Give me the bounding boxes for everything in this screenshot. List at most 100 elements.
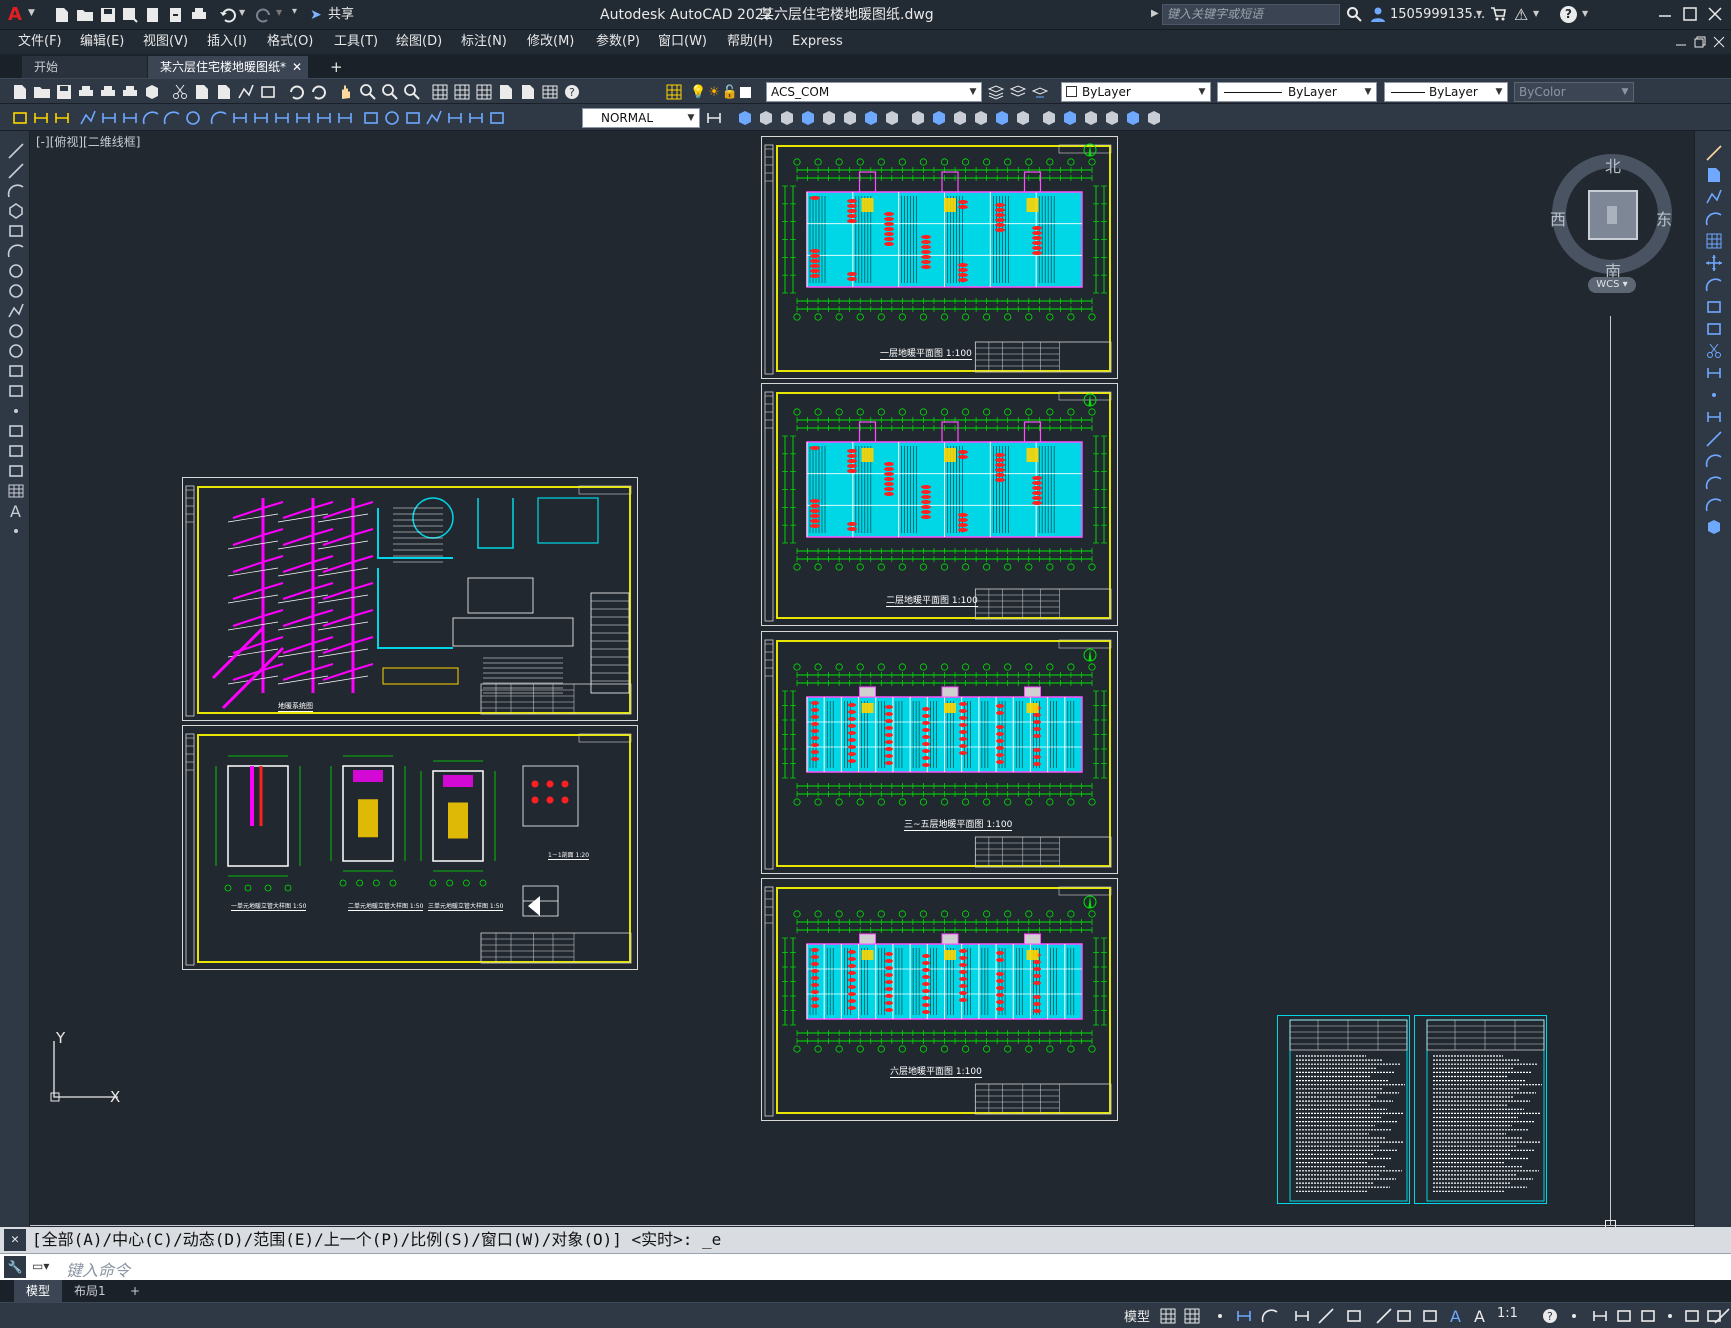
blend-icon[interactable] <box>1704 495 1724 515</box>
command-close-icon[interactable]: ✕ <box>4 1229 26 1251</box>
menu-format[interactable]: 格式(O) <box>265 30 315 54</box>
quick-properties-icon[interactable] <box>1614 1306 1634 1326</box>
stretch-icon[interactable] <box>1704 319 1724 339</box>
open-icon[interactable] <box>32 82 52 102</box>
selection-cycling-icon[interactable] <box>1420 1306 1440 1326</box>
dim-tool-20-icon[interactable] <box>424 108 444 128</box>
view-tool-4-icon[interactable] <box>798 108 818 128</box>
dim-tool-11-icon[interactable] <box>230 108 250 128</box>
search-input[interactable]: 键入关键字或短语 <box>1162 4 1340 25</box>
sheet-set-icon[interactable] <box>496 82 516 102</box>
multiline-text-icon[interactable]: A <box>6 501 26 521</box>
view-tool-9-icon[interactable] <box>908 108 928 128</box>
menu-window[interactable]: 窗口(W) <box>656 30 709 54</box>
plot-icon[interactable] <box>189 5 209 25</box>
viewcube[interactable]: 北 南 东 西 <box>1550 151 1675 281</box>
snap-icon[interactable] <box>1182 1306 1202 1326</box>
trim-icon[interactable] <box>1704 341 1724 361</box>
units-icon[interactable] <box>1590 1306 1610 1326</box>
layer-manager-icon[interactable] <box>664 82 684 102</box>
doc-close-icon[interactable] <box>1713 36 1725 48</box>
tool-palettes-icon[interactable] <box>474 82 494 102</box>
sheet-riser-details[interactable]: 一单元地暖立管大样图 1:50 二单元地暖立管大样图 1:50 三单元地暖立管大样图… <box>182 725 638 970</box>
plot-icon[interactable] <box>76 82 96 102</box>
dim-tool-18-icon[interactable] <box>382 108 402 128</box>
model-space-button[interactable]: 模型 <box>1124 1306 1150 1325</box>
copy-icon[interactable] <box>192 82 212 102</box>
join-icon[interactable] <box>1704 429 1724 449</box>
open-web-icon[interactable] <box>143 5 163 25</box>
arc-icon[interactable] <box>6 241 26 261</box>
ellipse-arc-icon[interactable] <box>6 341 26 361</box>
new-file-icon[interactable] <box>52 5 72 25</box>
share-icon[interactable]: ➤ <box>310 7 322 23</box>
dim-tool-3-icon[interactable] <box>52 108 72 128</box>
customize-qat-icon[interactable]: ▾ <box>292 6 297 17</box>
insert-block-icon[interactable] <box>6 361 26 381</box>
dim-tool-12-icon[interactable] <box>251 108 271 128</box>
chamfer-icon[interactable] <box>1704 451 1724 471</box>
app-menu-dropdown-icon[interactable]: ▼ <box>28 8 35 18</box>
annotation-monitor-icon[interactable] <box>1564 1306 1584 1326</box>
polygon-icon[interactable] <box>6 201 26 221</box>
make-block-icon[interactable] <box>6 381 26 401</box>
transparency-icon[interactable] <box>1394 1306 1414 1326</box>
view-tool-17-icon[interactable] <box>1081 108 1101 128</box>
doc-restore-icon[interactable] <box>1694 36 1706 48</box>
zoom-realtime-icon[interactable] <box>358 82 378 102</box>
menu-express[interactable]: Express <box>790 30 845 54</box>
erase-icon[interactable] <box>1704 143 1724 163</box>
cart-icon[interactable] <box>1490 6 1506 22</box>
viewport-label[interactable]: [-][俯视][二维线框] <box>36 133 140 150</box>
table-icon[interactable] <box>6 481 26 501</box>
layer-properties-icon[interactable] <box>986 82 1006 102</box>
view-tool-20-icon[interactable] <box>1144 108 1164 128</box>
view-tool-3-icon[interactable] <box>777 108 797 128</box>
drawing-canvas[interactable]: [-][俯视][二维线框] 北 南 东 西 WCS ▾ Y X 一层地暖平面图 … <box>30 131 1694 1227</box>
linetype-combo[interactable]: ByLayer ▼ <box>1217 82 1377 102</box>
add-selected-icon[interactable] <box>6 521 26 541</box>
rectangle-icon[interactable] <box>6 221 26 241</box>
dim-tool-10-icon[interactable] <box>209 108 229 128</box>
grid-icon[interactable] <box>1158 1306 1178 1326</box>
block-editor-icon[interactable] <box>258 82 278 102</box>
menu-help[interactable]: 帮助(H) <box>725 30 775 54</box>
zoom-window-icon[interactable] <box>380 82 400 102</box>
search-icon[interactable] <box>1346 6 1362 22</box>
mirror-icon[interactable] <box>1704 187 1724 207</box>
layer-state-icon[interactable]: 💡 ☀ 🔓 <box>690 82 756 102</box>
region-icon[interactable] <box>6 461 26 481</box>
user-dropdown-icon[interactable]: ▼ <box>1476 9 1482 18</box>
plotstyle-combo[interactable]: ByColor ▼ <box>1514 82 1634 102</box>
explode-icon[interactable] <box>1704 517 1724 537</box>
menu-dimension[interactable]: 标注(N) <box>459 30 509 54</box>
isometric-icon[interactable] <box>1292 1306 1312 1326</box>
dim-tool-8-icon[interactable] <box>162 108 182 128</box>
menu-view[interactable]: 视图(V) <box>141 30 190 54</box>
dim-tool-17-icon[interactable] <box>361 108 381 128</box>
app-dropdown-icon[interactable]: ▼ <box>1533 9 1539 18</box>
dim-tool-9-icon[interactable] <box>183 108 203 128</box>
dim-tool-6-icon[interactable] <box>120 108 140 128</box>
doc-minimize-icon[interactable] <box>1675 36 1687 48</box>
text-style-combo[interactable]: NORMAL ▼ <box>582 108 700 128</box>
maximize-icon[interactable] <box>1680 4 1700 24</box>
markup-icon[interactable] <box>518 82 538 102</box>
lineweight-icon[interactable] <box>1374 1306 1394 1326</box>
line-icon[interactable] <box>6 141 26 161</box>
compass-east-label[interactable]: 东 <box>1656 206 1672 230</box>
question-icon[interactable]: ? <box>1560 6 1577 23</box>
ortho-icon[interactable] <box>1234 1306 1254 1326</box>
sheet-design-notes-1[interactable] <box>1277 1015 1410 1204</box>
circle-icon[interactable] <box>6 261 26 281</box>
share-button[interactable]: 共享 <box>328 0 354 30</box>
dim-tool-19-icon[interactable] <box>403 108 423 128</box>
extend-icon[interactable] <box>1704 363 1724 383</box>
autodesk-app-icon[interactable]: ⚠ <box>1514 5 1528 24</box>
undo-dropdown-icon[interactable]: ▼ <box>239 8 245 17</box>
tab-start[interactable]: 开始 <box>22 56 147 78</box>
wcs-menu-button[interactable]: WCS ▾ <box>1588 277 1636 293</box>
construction-line-icon[interactable] <box>6 161 26 181</box>
compass-west-label[interactable]: 西 <box>1550 206 1566 230</box>
spline-icon[interactable] <box>6 301 26 321</box>
